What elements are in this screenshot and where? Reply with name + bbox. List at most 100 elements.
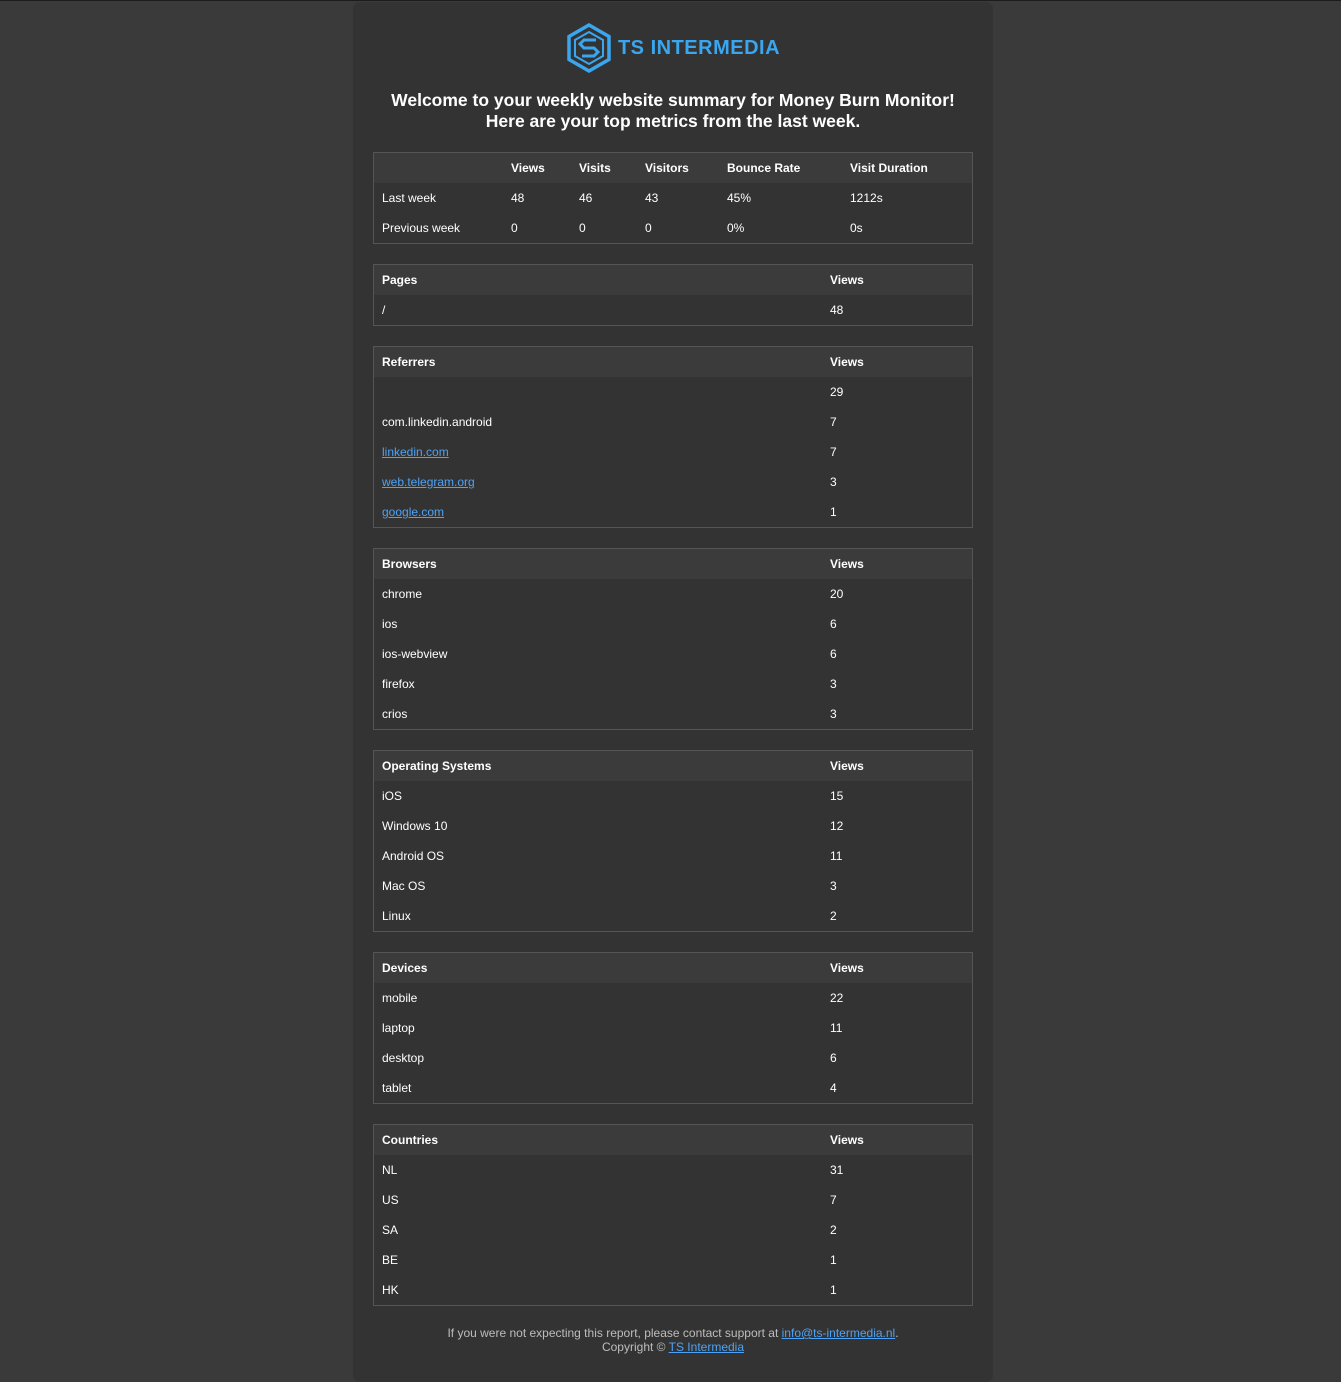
country-code: BE xyxy=(382,1253,399,1267)
cell-value: 3 xyxy=(830,707,837,721)
referrer-cell: google.com xyxy=(374,497,822,527)
countries-table: Countries Views NL 31 US 7 SA 2 BE 1 HK 1 xyxy=(373,1124,973,1306)
cell-value: 20 xyxy=(830,587,844,601)
table-row: desktop 6 xyxy=(374,1043,972,1073)
summary-header xyxy=(374,153,503,183)
views-header: Views xyxy=(830,1133,864,1147)
cell-value: 45% xyxy=(727,191,752,205)
cell-value: 43 xyxy=(645,191,659,205)
pages-table: Pages Views / 48 xyxy=(373,264,973,326)
table-row: Linux 2 xyxy=(374,901,972,931)
referrers-title: Referrers xyxy=(382,355,436,369)
cell-value: 1 xyxy=(830,505,837,519)
device-name: mobile xyxy=(382,991,418,1005)
table-row: mobile 22 xyxy=(374,983,972,1013)
cell-value: 6 xyxy=(830,1051,837,1065)
views-header: Views xyxy=(830,557,864,571)
views-header: Views xyxy=(830,961,864,975)
referrer-link-linkedin[interactable]: linkedin.com xyxy=(382,445,449,459)
device-name: tablet xyxy=(382,1081,412,1095)
cell-value: 3 xyxy=(830,677,837,691)
heading-line-2: Here are your top metrics from the last … xyxy=(485,111,861,131)
cell-value: 2 xyxy=(830,909,837,923)
cell-value: 0s xyxy=(850,221,863,235)
cell-value: 0 xyxy=(511,221,518,235)
cell-value: 0 xyxy=(579,221,586,235)
table-header-row: Devices Views xyxy=(374,953,972,983)
cell-value: 29 xyxy=(830,385,844,399)
device-name: desktop xyxy=(382,1051,425,1065)
support-email-link[interactable]: info@ts-intermedia.nl xyxy=(782,1326,896,1340)
country-code: HK xyxy=(382,1283,399,1297)
summary-header-views: Views xyxy=(511,161,545,175)
summary-header-visitors: Visitors xyxy=(645,161,689,175)
summary-header-visit-duration: Visit Duration xyxy=(850,161,928,175)
table-row: HK 1 xyxy=(374,1275,972,1305)
cell-value: 6 xyxy=(830,617,837,631)
heading-line-1: Welcome to your weekly website summary f… xyxy=(391,90,955,110)
referrer-name: com.linkedin.android xyxy=(382,415,493,429)
cell-value: 0 xyxy=(645,221,652,235)
referrer-link-telegram[interactable]: web.telegram.org xyxy=(382,475,475,489)
cell-value: 0% xyxy=(727,221,745,235)
cell-value: 15 xyxy=(830,789,844,803)
cell-value: 48 xyxy=(830,303,844,317)
table-row: Mac OS 3 xyxy=(374,871,972,901)
summary-table: Views Visits Visitors Bounce Rate Visit … xyxy=(373,152,973,244)
referrer-link-google[interactable]: google.com xyxy=(382,505,444,519)
page-path: / xyxy=(382,303,386,317)
referrers-table: Referrers Views 29 com.linkedin.android … xyxy=(373,346,973,528)
country-code: SA xyxy=(382,1223,399,1237)
table-row: chrome 20 xyxy=(374,579,972,609)
row-label: Previous week xyxy=(382,221,461,235)
ts-intermedia-link[interactable]: TS Intermedia xyxy=(669,1340,744,1354)
table-row: linkedin.com 7 xyxy=(374,437,972,467)
table-row: NL 31 xyxy=(374,1155,972,1185)
row-label: Last week xyxy=(382,191,437,205)
cell-value: 4 xyxy=(830,1081,837,1095)
email-card: TS INTERMEDIA Welcome to your weekly web… xyxy=(353,2,993,1382)
table-header-row: Operating Systems Views xyxy=(374,751,972,781)
table-row: BE 1 xyxy=(374,1245,972,1275)
cell-value: 48 xyxy=(511,191,525,205)
browser-name: chrome xyxy=(382,587,423,601)
table-row: Previous week 0 0 0 0% 0s xyxy=(374,213,972,243)
cell-value: 7 xyxy=(830,415,837,429)
browser-name: ios xyxy=(382,617,398,631)
cell-value: 1 xyxy=(830,1253,837,1267)
table-row: com.linkedin.android 7 xyxy=(374,407,972,437)
table-row: tablet 4 xyxy=(374,1073,972,1103)
summary-header-row: Views Visits Visitors Bounce Rate Visit … xyxy=(374,153,972,183)
cell-value: 11 xyxy=(830,1021,843,1035)
page-title: Welcome to your weekly website summary f… xyxy=(353,90,993,132)
referrer-cell: web.telegram.org xyxy=(374,467,822,497)
footer: If you were not expecting this report, p… xyxy=(353,1326,993,1354)
table-row: google.com 1 xyxy=(374,497,972,527)
cell-value: 3 xyxy=(830,879,837,893)
brand-name: TS INTERMEDIA xyxy=(617,36,781,59)
cell-value: 12 xyxy=(830,819,844,833)
table-header-row: Countries Views xyxy=(374,1125,972,1155)
browser-name: crios xyxy=(382,707,408,721)
table-header-row: Pages Views xyxy=(374,265,972,295)
table-row: Windows 10 12 xyxy=(374,811,972,841)
cell-value: 3 xyxy=(830,475,837,489)
summary-header-bounce-rate: Bounce Rate xyxy=(727,161,801,175)
views-header: Views xyxy=(830,273,864,287)
os-title: Operating Systems xyxy=(382,759,492,773)
browsers-title: Browsers xyxy=(382,557,437,571)
country-code: US xyxy=(382,1193,399,1207)
os-name: Windows 10 xyxy=(382,819,448,833)
os-name: iOS xyxy=(382,789,403,803)
views-header: Views xyxy=(830,355,864,369)
os-name: Android OS xyxy=(382,849,445,863)
brand-logo: TS INTERMEDIA xyxy=(353,22,993,74)
cell-value: 46 xyxy=(579,191,593,205)
os-name: Linux xyxy=(382,909,411,923)
table-row: Android OS 11 xyxy=(374,841,972,871)
footer-copyright-line: Copyright © TS Intermedia xyxy=(353,1340,993,1354)
cell-value: 6 xyxy=(830,647,837,661)
cell-value: 22 xyxy=(830,991,844,1005)
cell-value: 7 xyxy=(830,1193,837,1207)
os-table: Operating Systems Views iOS 15 Windows 10… xyxy=(373,750,973,932)
